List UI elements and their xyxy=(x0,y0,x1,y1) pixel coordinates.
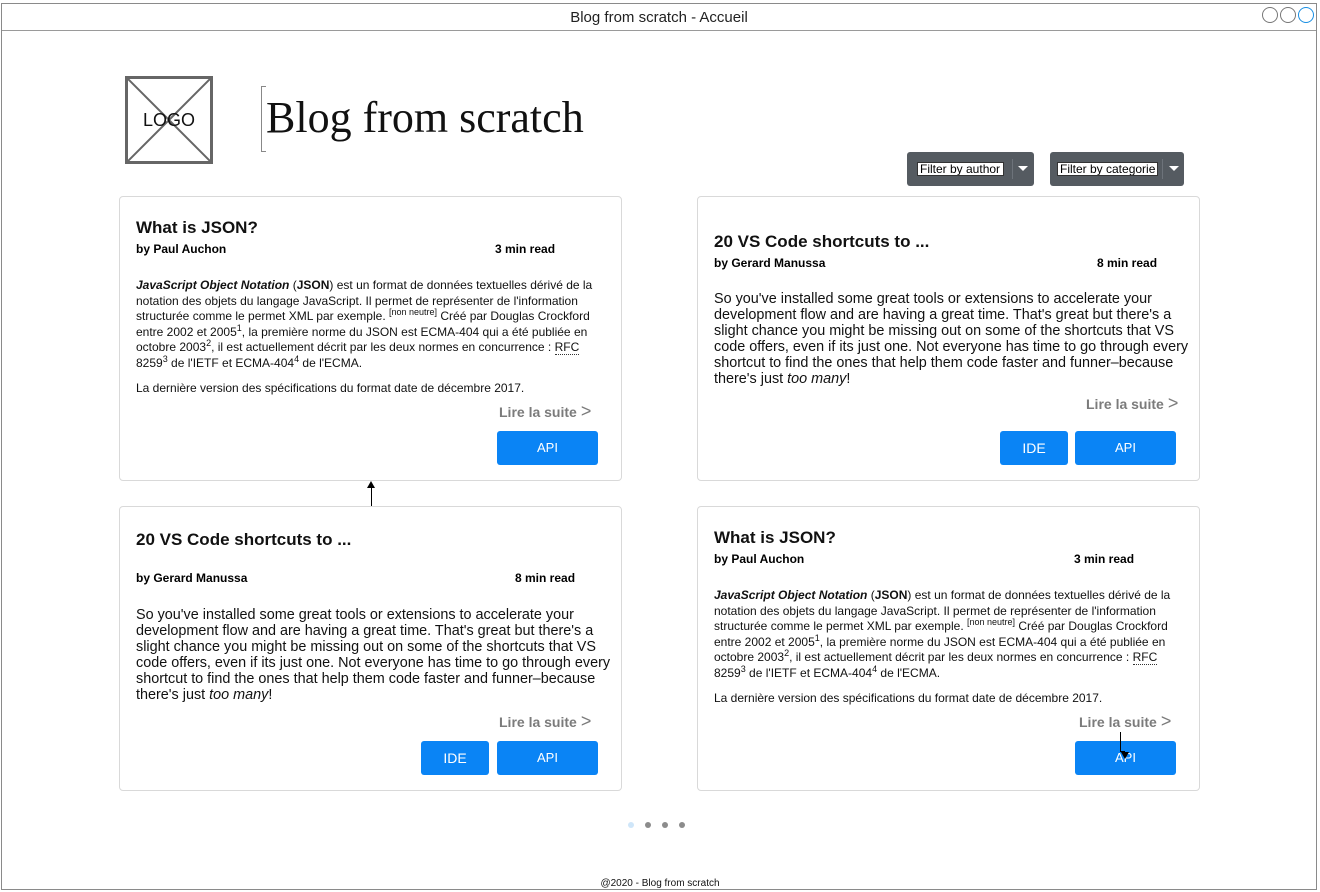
read-time: 8 min read xyxy=(1097,256,1158,270)
post-card[interactable]: 20 VS Code shortcuts to ... by Gerard Ma… xyxy=(119,506,622,791)
page-dot-4[interactable] xyxy=(679,822,685,828)
post-author[interactable]: by Gerard Manussa xyxy=(136,571,247,585)
category-filter-value: Filter by categorie xyxy=(1057,162,1158,176)
post-excerpt: JavaScript Object Notation (JSON) est un… xyxy=(136,278,593,395)
read-more-link[interactable]: Lire la suite > xyxy=(1086,393,1178,414)
chevron-right-icon: > xyxy=(580,401,592,421)
chevron-right-icon: > xyxy=(1167,393,1179,413)
post-card[interactable]: What is JSON? by Paul Auchon 3 min read … xyxy=(119,196,622,481)
filter-divider xyxy=(1162,159,1163,179)
tag-button-api[interactable]: API xyxy=(497,741,598,775)
tag-button-ide[interactable]: IDE xyxy=(1000,431,1068,465)
filter-divider xyxy=(1012,159,1013,179)
connector-line xyxy=(371,486,372,506)
read-more-link[interactable]: Lire la suite > xyxy=(499,401,591,422)
category-filter-select[interactable]: Filter by categorie xyxy=(1050,152,1184,186)
chevron-right-icon: > xyxy=(1160,711,1172,731)
read-more-link[interactable]: Lire la suite > xyxy=(1079,711,1171,732)
site-logo[interactable]: LOGO xyxy=(125,76,213,164)
post-excerpt: JavaScript Object Notation (JSON) est un… xyxy=(714,588,1171,705)
minimize-button[interactable] xyxy=(1262,7,1278,23)
chevron-down-icon xyxy=(1169,166,1179,171)
arrow-down-icon xyxy=(1121,752,1129,759)
post-author[interactable]: by Gerard Manussa xyxy=(714,256,825,270)
read-time: 8 min read xyxy=(515,571,576,585)
read-more-link[interactable]: Lire la suite > xyxy=(499,711,591,732)
author-filter-value: Filter by author xyxy=(917,162,1004,176)
page-dot-2[interactable] xyxy=(645,822,651,828)
post-title[interactable]: What is JSON? xyxy=(136,218,258,238)
post-title[interactable]: What is JSON? xyxy=(714,528,836,548)
chevron-right-icon: > xyxy=(580,711,592,731)
post-card[interactable]: 20 VS Code shortcuts to ... by Gerard Ma… xyxy=(697,196,1200,481)
author-filter-select[interactable]: Filter by author xyxy=(907,152,1034,186)
post-author[interactable]: by Paul Auchon xyxy=(714,552,804,566)
post-title[interactable]: 20 VS Code shortcuts to ... xyxy=(714,232,929,252)
pagination xyxy=(628,822,685,828)
site-title: Blog from scratch xyxy=(266,71,599,163)
read-time: 3 min read xyxy=(495,242,556,256)
post-author[interactable]: by Paul Auchon xyxy=(136,242,226,256)
read-time: 3 min read xyxy=(1074,552,1135,566)
arrow-up-icon xyxy=(367,481,375,488)
tag-button-ide[interactable]: IDE xyxy=(421,741,489,775)
connector-line xyxy=(1120,732,1121,752)
post-excerpt: So you've installed some great tools or … xyxy=(714,291,1189,387)
post-excerpt: So you've installed some great tools or … xyxy=(136,607,611,703)
tag-button-api[interactable]: API xyxy=(1075,431,1176,465)
page-dot-3[interactable] xyxy=(662,822,668,828)
tag-button-api[interactable]: API xyxy=(497,431,598,465)
page-dot-1[interactable] xyxy=(628,822,634,828)
close-button[interactable] xyxy=(1298,7,1314,23)
footer-text: @2020 - Blog from scratch xyxy=(600,878,720,889)
chevron-down-icon xyxy=(1018,166,1028,171)
window-controls xyxy=(1262,7,1314,23)
window-title: Blog from scratch - Accueil xyxy=(570,9,748,26)
post-card[interactable]: What is JSON? by Paul Auchon 3 min read … xyxy=(697,506,1200,791)
maximize-button[interactable] xyxy=(1280,7,1296,23)
post-title[interactable]: 20 VS Code shortcuts to ... xyxy=(136,530,351,550)
logo-text: LOGO xyxy=(142,109,195,130)
window-titlebar: Blog from scratch - Accueil xyxy=(2,4,1316,31)
